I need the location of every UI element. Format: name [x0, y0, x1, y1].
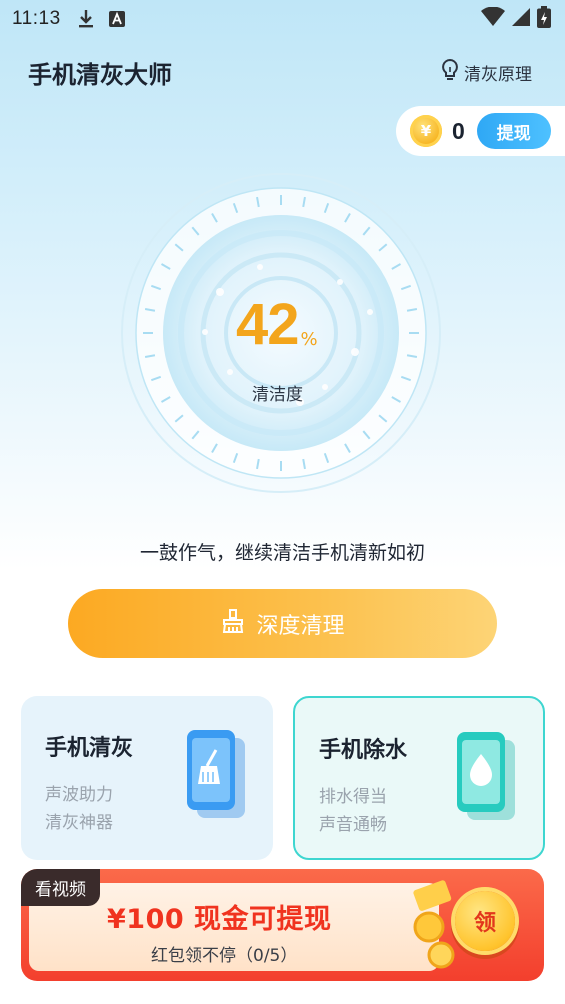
deep-clean-label: 深度清理: [256, 613, 345, 639]
keyboard-a-icon: [108, 11, 125, 27]
broom-phone-icon: [183, 728, 245, 824]
battery-icon: [537, 6, 551, 32]
feature-card-water[interactable]: 手机除水 排水得当 声音通畅: [293, 696, 545, 860]
watch-video-tag: 看视频: [21, 869, 100, 906]
gauge-value: 42: [236, 292, 300, 357]
broom-icon: [220, 608, 246, 640]
feature-title: 手机清灰: [45, 736, 134, 761]
gauge-value-group: 42 %: [236, 296, 318, 354]
feature-title: 手机除水: [319, 738, 408, 763]
coin-icon: ¥: [410, 115, 442, 147]
lightbulb-icon: [440, 58, 460, 87]
status-time: 11:13: [12, 8, 61, 29]
feature-line: 声音通畅: [319, 815, 387, 835]
feature-card-dust[interactable]: 手机清灰 声波助力 清灰神器: [21, 696, 273, 860]
deep-clean-button[interactable]: 深度清理: [68, 589, 497, 658]
gauge-unit: %: [300, 329, 318, 350]
withdraw-button[interactable]: 提现: [476, 113, 551, 149]
slogan-text: 一鼓作气，继续清洁手机清新如初: [139, 542, 425, 564]
wallet-pill: ¥ 0 提现: [396, 106, 565, 156]
feature-line: 声波助力: [45, 785, 113, 805]
claim-button[interactable]: 领: [455, 891, 515, 951]
principle-link[interactable]: 清灰原理: [440, 58, 532, 87]
gauge-label: 清洁度: [252, 385, 303, 405]
app-title: 手机清灰大师: [28, 61, 172, 89]
banner-subtitle: 红包领不停（0/5）: [151, 946, 298, 966]
status-bar: 11:13: [0, 0, 565, 38]
feature-line: 排水得当: [319, 787, 387, 807]
principle-label: 清灰原理: [464, 65, 532, 85]
gold-coin-stack-icon: [413, 880, 455, 969]
download-icon: [77, 9, 95, 29]
banner-title: ¥100 现金可提现: [107, 904, 332, 935]
feature-line: 清灰神器: [45, 813, 113, 833]
water-drop-phone-icon: [453, 730, 515, 826]
coin-count: 0: [452, 117, 465, 144]
wifi-icon: [481, 6, 505, 31]
reward-banner[interactable]: 看视频 ¥100 现金可提现 红包领不停（0/5） 领: [21, 869, 544, 981]
signal-icon: [511, 7, 531, 31]
